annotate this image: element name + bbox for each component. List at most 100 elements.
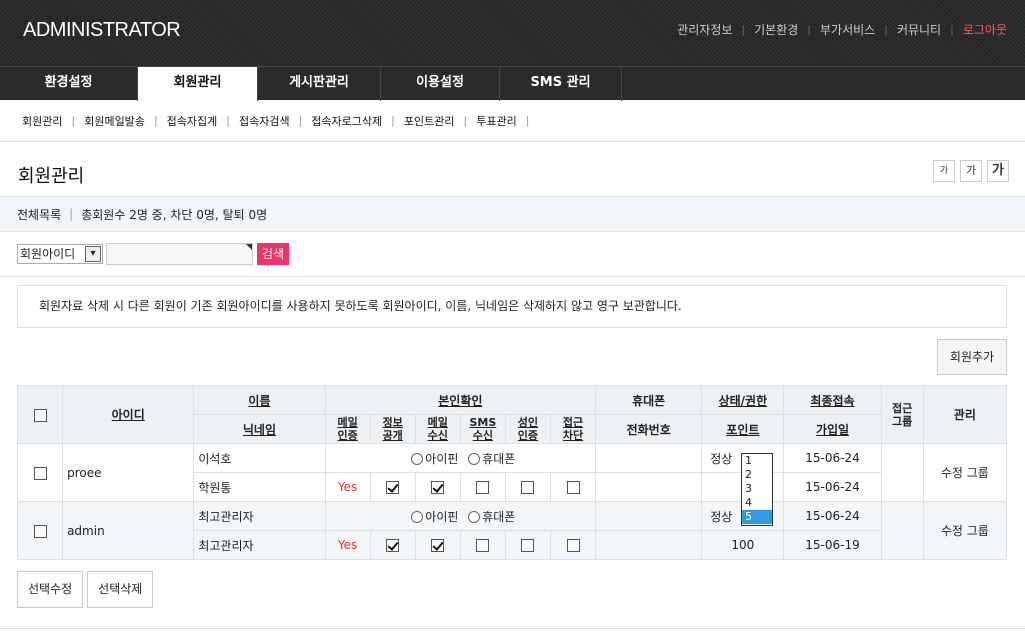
snb-item-visit-search[interactable]: 접속자검색 bbox=[239, 113, 290, 129]
divider: | bbox=[226, 114, 230, 127]
font-medium-button[interactable]: 가 bbox=[960, 160, 982, 182]
col-header-mail-cert[interactable]: 메일 인증 bbox=[324, 414, 371, 444]
col-header-block[interactable]: 접근 차단 bbox=[549, 414, 597, 444]
search-field-select[interactable]: 회원아이디 ▾ bbox=[17, 244, 103, 264]
col-header-status[interactable]: 상태/권한 bbox=[701, 385, 785, 415]
link-addon-service[interactable]: 부가서비스 bbox=[820, 21, 875, 38]
radio-mobile-label: 휴대폰 bbox=[482, 451, 516, 466]
admin-logo[interactable]: ADMINISTRATOR bbox=[23, 19, 181, 42]
table-row: admin 최고관리자 아이핀 휴대폰 정상 15-06-24 수정 그룹 bbox=[16, 501, 1008, 560]
gnb-item-board[interactable]: 게시판관리 bbox=[258, 67, 381, 101]
sms-recv-checkbox[interactable] bbox=[476, 539, 490, 552]
col-header-name[interactable]: 이름 bbox=[193, 385, 326, 415]
divider: | bbox=[950, 23, 954, 36]
hdr-l1: 메일 bbox=[427, 416, 448, 429]
col-header-nick[interactable]: 닉네임 bbox=[193, 414, 326, 444]
radio-ipin[interactable] bbox=[411, 453, 424, 465]
info-open-checkbox[interactable] bbox=[386, 481, 400, 494]
manage-links[interactable]: 수정 그룹 bbox=[922, 501, 1008, 560]
snb-item-visit-stats[interactable]: 접속자집계 bbox=[167, 113, 218, 129]
col-header-info-open[interactable]: 정보 공개 bbox=[369, 414, 416, 444]
mobile-cell bbox=[595, 501, 703, 531]
col-header-id[interactable]: 아이디 bbox=[62, 385, 195, 444]
gnb-item-usage[interactable]: 이용설정 bbox=[381, 67, 500, 101]
snb-item-visit-delete[interactable]: 접속자로그삭제 bbox=[311, 113, 382, 129]
member-id: proee bbox=[62, 443, 195, 502]
manage-links[interactable]: 수정 그룹 bbox=[922, 443, 1008, 502]
hdr-l1: SMS bbox=[469, 416, 497, 429]
level-option[interactable]: 3 bbox=[742, 482, 772, 496]
sms-recv-checkbox[interactable] bbox=[476, 481, 490, 494]
link-basic-env[interactable]: 기본환경 bbox=[754, 21, 798, 38]
add-member-button[interactable]: 회원추가 bbox=[937, 339, 1007, 375]
link-community[interactable]: 커뮤니티 bbox=[897, 21, 941, 38]
snb-item-mail[interactable]: 회원메일발송 bbox=[84, 113, 145, 129]
join-date: 15-06-19 bbox=[783, 530, 882, 560]
col-header-group-l1: 접근 bbox=[892, 401, 913, 415]
divider: | bbox=[525, 114, 530, 127]
bulk-edit-button[interactable]: 선택수정 bbox=[17, 571, 84, 608]
summary-label[interactable]: 전체목록 bbox=[17, 206, 61, 223]
gnb-item-settings[interactable]: 환경설정 bbox=[0, 67, 138, 101]
row-checkbox[interactable] bbox=[33, 466, 47, 480]
level-option[interactable]: 1 bbox=[742, 454, 772, 468]
divider: | bbox=[153, 114, 158, 127]
phone-cell bbox=[595, 472, 703, 502]
hdr-l1: 성인 bbox=[517, 416, 539, 429]
gnb-item-sms[interactable]: SMS 관리 bbox=[500, 67, 622, 101]
col-header-verify[interactable]: 본인확인 bbox=[324, 385, 597, 415]
snb-item-poll[interactable]: 투표관리 bbox=[476, 113, 516, 129]
radio-ipin-label: 아이핀 bbox=[425, 451, 459, 466]
logout-link[interactable]: 로그아웃 bbox=[963, 21, 1007, 38]
hdr-l1: 정보 bbox=[382, 416, 403, 429]
col-header-last-login[interactable]: 최종접속 bbox=[783, 385, 882, 415]
page-title: 회원관리 bbox=[18, 166, 85, 187]
mail-cert-value: Yes bbox=[324, 530, 371, 560]
info-open-cell bbox=[369, 472, 416, 502]
font-small-button[interactable]: 가 bbox=[933, 160, 955, 182]
mail-recv-checkbox[interactable] bbox=[431, 539, 445, 552]
member-nick: 학원통 bbox=[193, 472, 326, 502]
level-option[interactable]: 2 bbox=[742, 468, 772, 482]
hdr-l2: 차단 bbox=[562, 429, 584, 442]
snb-item-point[interactable]: 포인트관리 bbox=[404, 113, 455, 129]
mail-recv-checkbox[interactable] bbox=[431, 481, 445, 494]
bulk-delete-button[interactable]: 선택삭제 bbox=[87, 571, 154, 608]
level-option[interactable]: 4 bbox=[742, 496, 772, 510]
row-checkbox[interactable] bbox=[33, 524, 47, 538]
gnb-item-members[interactable]: 회원관리 bbox=[138, 67, 258, 101]
member-nick: 최고관리자 bbox=[193, 530, 326, 560]
block-cell bbox=[549, 472, 597, 502]
hdr-l1: 메일 bbox=[337, 416, 358, 429]
search-input[interactable] bbox=[106, 243, 253, 265]
link-admin-info[interactable]: 관리자정보 bbox=[677, 21, 732, 38]
notice-box: 회원자료 삭제 시 다른 회원이 기존 회원아이디를 사용하지 못하도록 회원아… bbox=[17, 285, 1007, 328]
adult-cert-checkbox[interactable] bbox=[521, 539, 535, 552]
top-links: 관리자정보 | 기본환경 | 부가서비스 | 커뮤니티 | 로그아웃 bbox=[677, 21, 1007, 38]
search-button[interactable]: 검색 bbox=[257, 243, 290, 265]
col-header-join-date[interactable]: 가입일 bbox=[783, 414, 882, 444]
block-checkbox[interactable] bbox=[566, 539, 580, 552]
select-all-cell bbox=[16, 385, 64, 444]
info-open-checkbox[interactable] bbox=[386, 539, 400, 552]
select-all-checkbox[interactable] bbox=[33, 408, 47, 422]
block-checkbox[interactable] bbox=[566, 481, 580, 494]
col-header-mail-recv[interactable]: 메일 수신 bbox=[414, 414, 461, 444]
chevron-down-icon[interactable]: ▾ bbox=[85, 246, 101, 262]
col-header-sms-recv[interactable]: SMS 수신 bbox=[459, 414, 506, 444]
radio-mobile[interactable] bbox=[468, 511, 481, 523]
last-login: 15-06-24 bbox=[783, 501, 882, 531]
member-table: 아이디 이름 본인확인 휴대폰 상태/권한 최종접속 접근 그룹 관리 닉네임 메… bbox=[16, 385, 1008, 560]
level-listbox[interactable]: 1 2 3 4 5 bbox=[741, 453, 773, 526]
radio-ipin[interactable] bbox=[411, 511, 424, 523]
col-header-adult-cert[interactable]: 성인 인증 bbox=[504, 414, 551, 444]
member-summary: 전체목록 | 총회원수 2명 중, 차단 0명, 탈퇴 0명 bbox=[0, 196, 1025, 232]
font-large-button[interactable]: 가 bbox=[987, 160, 1009, 182]
level-option-selected[interactable]: 5 bbox=[742, 510, 772, 524]
row-select-cell bbox=[16, 443, 64, 502]
col-header-point[interactable]: 포인트 bbox=[701, 414, 785, 444]
snb-item-member[interactable]: 회원관리 bbox=[22, 113, 62, 129]
radio-mobile[interactable] bbox=[468, 453, 481, 465]
group-cell bbox=[880, 501, 924, 560]
adult-cert-checkbox[interactable] bbox=[521, 481, 535, 494]
